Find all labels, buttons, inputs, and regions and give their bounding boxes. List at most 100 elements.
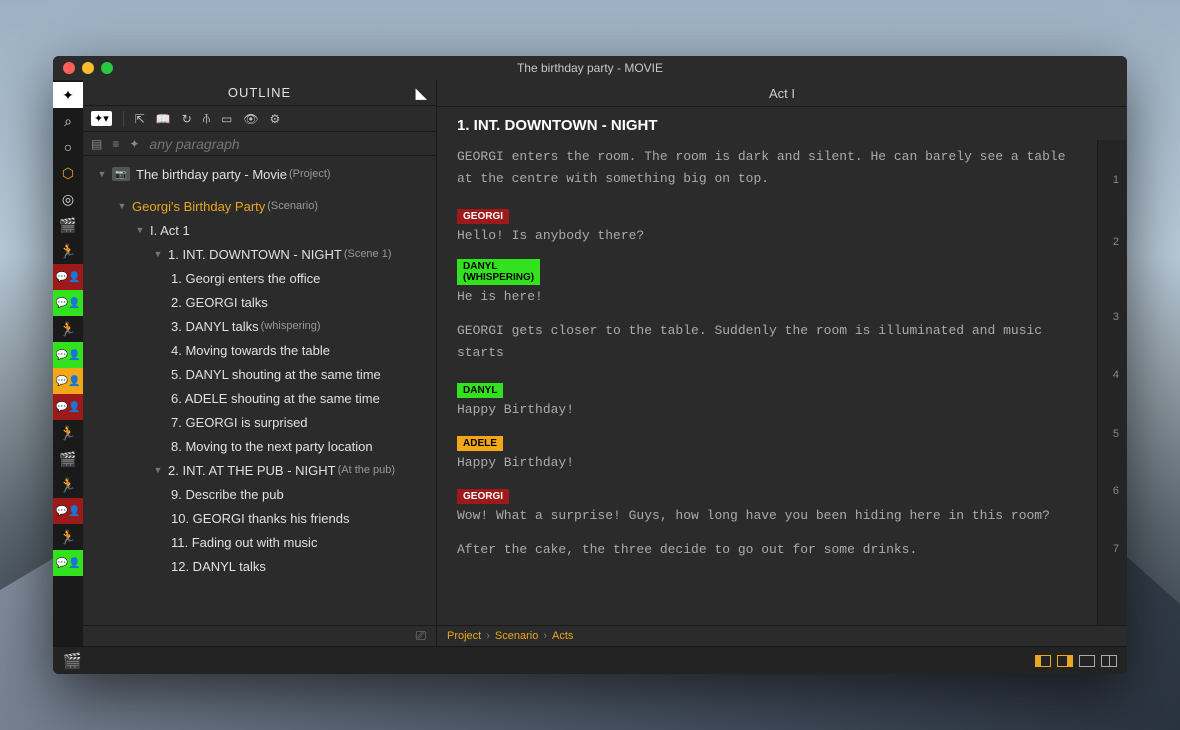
close-icon[interactable] [63,62,75,74]
tree-beat[interactable]: 9. Describe the pub [83,482,436,506]
run-icon[interactable]: ✦▾ [91,111,112,126]
dialogue-block[interactable]: DANYL(WHISPERING) He is here! [457,259,1107,304]
share-icon[interactable]: ⫚ [203,111,210,126]
tree-scene-1[interactable]: ▼1. INT. DOWNTOWN - NIGHT(Scene 1) [83,242,436,266]
action-paragraph[interactable]: GEORGI gets closer to the table. Suddenl… [457,320,1107,364]
clapperboard-icon[interactable]: 🎬 [53,212,83,238]
action-paragraph[interactable]: After the cake, the three decide to go o… [457,539,1107,561]
script-area[interactable]: GEORGI enters the room. The room is dark… [437,140,1127,625]
running-icon[interactable]: ✦ [53,82,83,108]
act-header: Act I [437,80,1127,107]
layout-buttons [1035,655,1117,667]
line-number: 1 [1113,174,1119,186]
running-icon-4[interactable]: 🏃 [53,420,83,446]
eye-icon[interactable]: 👁 [243,112,258,126]
tree-act[interactable]: ▼I. Act 1 [83,218,436,242]
talk-green-icon[interactable]: 💬👤 [53,290,83,316]
running-icon-5[interactable]: 🏃 [53,472,83,498]
breadcrumb-scenario[interactable]: Scenario [495,630,538,642]
tree-project[interactable]: ▼📷The birthday party - Movie(Project) [83,162,436,186]
running-icon-6[interactable]: 🏃 [53,524,83,550]
line-number: 4 [1113,369,1119,381]
dialogue-line[interactable]: Wow! What a surprise! Guys, how long hav… [457,508,1067,523]
breadcrumb-acts[interactable]: Acts [552,630,573,642]
cube-icon[interactable]: ⬡ [53,160,83,186]
layout-left-button[interactable] [1035,655,1051,667]
tree-beat[interactable]: 3. DANYL talks(whispering) [83,314,436,338]
dialogue-line[interactable]: Happy Birthday! [457,455,1067,470]
app-window: The birthday party - MOVIE ✦ ⌕ ○ ⬡ ◎ 🎬 🏃… [53,56,1127,674]
screen-icon[interactable]: ▭ [221,112,232,126]
format-icon-1[interactable]: ▤ [91,137,102,151]
tree-beat[interactable]: 2. GEORGI talks [83,290,436,314]
cycle-icon[interactable]: ↻ [182,112,192,126]
search-row: ▤ ≡ ✦ [83,132,436,156]
sliders-icon[interactable]: ⎚ [416,628,426,644]
maximize-icon[interactable] [101,62,113,74]
tree-beat[interactable]: 1. Georgi enters the office [83,266,436,290]
tree-scene-2[interactable]: ▼2. INT. AT THE PUB - NIGHT(At the pub) [83,458,436,482]
dialogue-line[interactable]: Hello! Is anybody there? [457,228,1067,243]
search-icon[interactable]: ⌕ [53,108,83,134]
camera-icon: 📷 [112,167,130,181]
layout-split-button[interactable] [1101,655,1117,667]
tag-icon[interactable]: ✦ [129,137,139,151]
tree-beat[interactable]: 4. Moving towards the table [83,338,436,362]
talk-red-icon-2[interactable]: 💬👤 [53,394,83,420]
minimize-icon[interactable] [82,62,94,74]
window-title: The birthday party - MOVIE [53,61,1127,75]
bottom-bar: 🎬 [53,646,1127,674]
talk-green-icon-3[interactable]: 💬👤 [53,550,83,576]
tree-beat[interactable]: 11. Fading out with music [83,530,436,554]
running-icon-3[interactable]: 🏃 [53,316,83,342]
character-tag-danyl: DANYL [457,383,503,398]
location-icon[interactable]: ◎ [53,186,83,212]
book-icon[interactable]: 📖 [156,112,171,126]
dialogue-block[interactable]: ADELE Happy Birthday! [457,433,1107,470]
outline-panel: OUTLINE ◣ ✦▾ ⇱ 📖 ↻ ⫚ ▭ 👁 ⚙ ▤ ≡ ✦ [83,80,437,646]
search-input[interactable] [149,136,428,152]
tree-beat[interactable]: 12. DANYL talks [83,554,436,578]
tree-beat[interactable]: 5. DANYL shouting at the same time [83,362,436,386]
dialogue-block[interactable]: DANYL Happy Birthday! [457,380,1107,417]
breadcrumb: Project › Scenario › Acts [437,625,1127,646]
line-number: 3 [1113,311,1119,323]
tree-icon[interactable]: ⇱ [135,112,145,126]
circle-icon[interactable]: ○ [53,134,83,160]
clapperboard-icon-2[interactable]: 🎬 [53,446,83,472]
line-gutter: 1 2 3 4 5 6 7 [1097,140,1127,625]
talk-red-icon-3[interactable]: 💬👤 [53,498,83,524]
clapperboard-icon[interactable]: 🎬 [63,652,82,670]
format-icon-2[interactable]: ≡ [112,137,119,151]
tree-beat[interactable]: 6. ADELE shouting at the same time [83,386,436,410]
tree-beat[interactable]: 8. Moving to the next party location [83,434,436,458]
gear-icon[interactable]: ⚙ [270,112,281,126]
dialogue-block[interactable]: GEORGI Wow! What a surprise! Guys, how l… [457,486,1107,523]
talk-red-icon[interactable]: 💬👤 [53,264,83,290]
tree-beat[interactable]: 10. GEORGI thanks his friends [83,506,436,530]
titlebar[interactable]: The birthday party - MOVIE [53,56,1127,80]
running-icon-2[interactable]: 🏃 [53,238,83,264]
bookmark-icon[interactable]: ◣ [415,84,428,102]
action-paragraph[interactable]: GEORGI enters the room. The room is dark… [457,146,1107,190]
main-area: ✦ ⌕ ○ ⬡ ◎ 🎬 🏃 💬👤 💬👤 🏃 💬👤 💬👤 💬👤 🏃 🎬 🏃 💬👤 … [53,80,1127,646]
dialogue-line[interactable]: He is here! [457,289,1067,304]
talk-green-icon-2[interactable]: 💬👤 [53,342,83,368]
layout-right-button[interactable] [1057,655,1073,667]
outline-header-label: OUTLINE [228,85,291,100]
breadcrumb-project[interactable]: Project [447,630,481,642]
layout-single-button[interactable] [1079,655,1095,667]
dialogue-block[interactable]: GEORGI Hello! Is anybody there? [457,206,1107,243]
line-number: 2 [1113,236,1119,248]
dialogue-line[interactable]: Happy Birthday! [457,402,1067,417]
character-tag-danyl: DANYL(WHISPERING) [457,259,540,285]
script-body[interactable]: GEORGI enters the room. The room is dark… [437,140,1127,587]
outline-header: OUTLINE ◣ [83,80,436,106]
tree-scenario[interactable]: ▼Georgi's Birthday Party(Scenario) [83,194,436,218]
scene-heading: 1. INT. DOWNTOWN - NIGHT [437,107,1127,140]
tree-beat[interactable]: 7. GEORGI is surprised [83,410,436,434]
talk-orange-icon[interactable]: 💬👤 [53,368,83,394]
outline-tree: ▼📷The birthday party - Movie(Project) ▼G… [83,156,436,625]
character-tag-georgi: GEORGI [457,209,509,224]
separator [123,111,124,127]
